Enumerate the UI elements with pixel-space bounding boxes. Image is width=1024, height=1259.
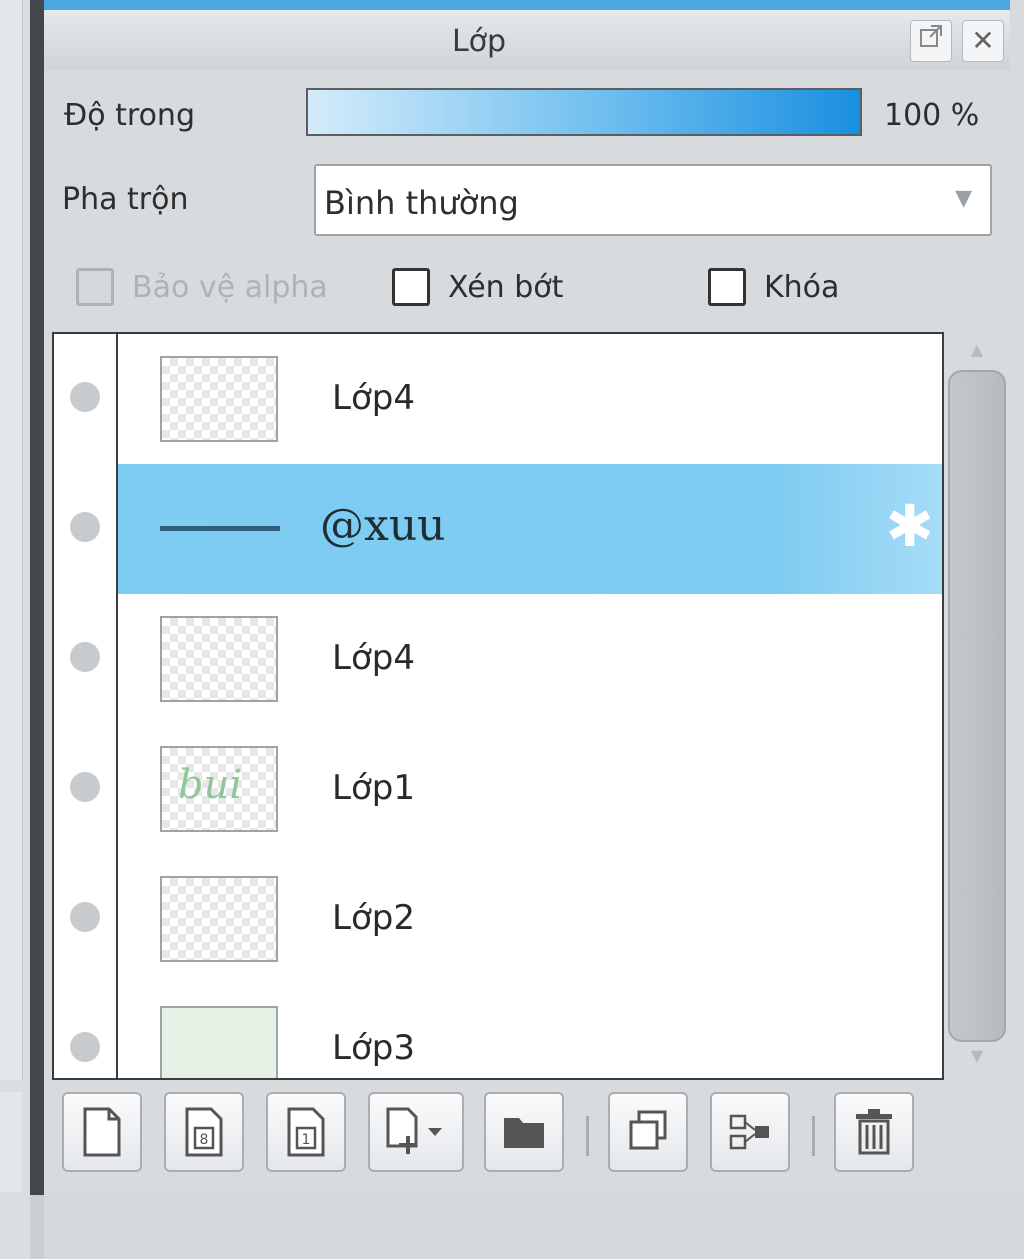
delete-layer-icon xyxy=(856,1109,892,1155)
eye-dot-icon xyxy=(70,1032,100,1062)
new-8bit-layer-button[interactable]: 8 xyxy=(164,1092,244,1172)
add-layer-dropdown-button[interactable] xyxy=(368,1092,464,1172)
left-edge xyxy=(0,0,30,1259)
panel-divider[interactable] xyxy=(30,0,44,1195)
toolbar-separator xyxy=(586,1116,589,1156)
layer-name: Lớp3 xyxy=(332,1028,415,1068)
close-icon[interactable]: ✕ xyxy=(962,20,1004,62)
visibility-toggle[interactable] xyxy=(54,334,118,464)
panel-accent-bar xyxy=(44,0,1010,10)
blend-mode-value: Bình thường xyxy=(324,184,519,222)
protect-alpha-checkbox[interactable] xyxy=(76,268,114,306)
merge-layers-button[interactable] xyxy=(710,1092,790,1172)
duplicate-layer-button[interactable] xyxy=(608,1092,688,1172)
doodle-art: bui xyxy=(178,762,243,808)
layer-row-selected[interactable]: @xuu ✱ xyxy=(54,464,942,597)
eye-dot-icon xyxy=(70,902,100,932)
layer-name: Lớp1 xyxy=(332,768,415,808)
eye-dot-icon xyxy=(70,382,100,412)
panel-footer xyxy=(44,1195,1024,1259)
visibility-toggle[interactable] xyxy=(54,724,118,854)
delete-layer-button[interactable] xyxy=(834,1092,914,1172)
panel-titlebar: Lớp ✕ xyxy=(44,10,1010,70)
toolbar-separator xyxy=(812,1116,815,1156)
layer-thumbnail xyxy=(160,616,278,702)
duplicate-layer-icon xyxy=(629,1110,667,1150)
layer-thumbnail: bui xyxy=(160,746,278,832)
layer-row[interactable]: Lớp4 xyxy=(54,594,942,727)
layer-list-scrollbar[interactable]: ▲ ▼ xyxy=(948,340,1006,1070)
clipping-label: Xén bớt xyxy=(448,270,564,305)
visibility-toggle[interactable] xyxy=(54,594,118,724)
opacity-value: 100 % xyxy=(884,98,980,133)
eye-dot-icon xyxy=(70,772,100,802)
layer-thumbnail xyxy=(160,876,278,962)
add-layer-dropdown-icon xyxy=(386,1107,442,1154)
opacity-label: Độ trong xyxy=(64,98,195,133)
new-1bit-layer-icon: 1 xyxy=(287,1107,325,1157)
clipping-checkbox[interactable] xyxy=(392,268,430,306)
layer-row[interactable]: Lớp3 xyxy=(54,984,942,1078)
merge-layers-icon xyxy=(729,1114,769,1150)
left-scroll-area xyxy=(0,0,23,1080)
blend-mode-select[interactable]: Bình thường ▼ xyxy=(314,164,992,236)
layer-row[interactable]: Lớp2 xyxy=(54,854,942,987)
layer-name: Lớp4 xyxy=(332,378,415,418)
visibility-toggle[interactable] xyxy=(54,464,118,594)
layer-name: @xuu xyxy=(320,500,446,551)
layer-thumbnail xyxy=(160,1006,278,1078)
gear-icon[interactable]: ✱ xyxy=(885,496,934,556)
layer-thumbnail xyxy=(160,356,278,442)
svg-text:1: 1 xyxy=(302,1132,311,1148)
scroll-up-icon[interactable]: ▲ xyxy=(966,340,988,359)
panel-title: Lớp xyxy=(451,24,507,59)
chevron-down-icon: ▼ xyxy=(955,186,972,211)
svg-text:8: 8 xyxy=(200,1132,209,1148)
new-1bit-layer-button[interactable]: 1 xyxy=(266,1092,346,1172)
eye-dot-icon xyxy=(70,642,100,672)
visibility-toggle[interactable] xyxy=(54,854,118,984)
eye-dot-icon xyxy=(70,512,100,542)
layer-list: Lớp4 @xuu ✱ Lớp4 bui Lớp1 Lớp2 Lớp3 xyxy=(52,332,944,1080)
layer-row[interactable]: bui Lớp1 xyxy=(54,724,942,857)
layer-panel: Lớp ✕ Độ trong 100 % Pha trộn Bình thườn… xyxy=(44,0,1024,1259)
text-layer-thumbnail xyxy=(160,526,280,531)
new-folder-icon xyxy=(504,1118,544,1148)
new-layer-icon xyxy=(83,1107,121,1157)
new-folder-button[interactable] xyxy=(484,1092,564,1172)
detach-icon[interactable] xyxy=(910,20,952,62)
layer-name: Lớp4 xyxy=(332,638,415,678)
left-scroll-area-lower xyxy=(0,1092,22,1192)
blend-label: Pha trộn xyxy=(62,182,189,217)
layer-row[interactable]: Lớp4 xyxy=(54,334,942,467)
new-8bit-layer-icon: 8 xyxy=(185,1107,223,1157)
visibility-toggle[interactable] xyxy=(54,984,118,1078)
lock-label: Khóa xyxy=(764,270,840,305)
scroll-down-icon[interactable]: ▼ xyxy=(966,1046,988,1065)
layer-name: Lớp2 xyxy=(332,898,415,938)
lock-checkbox[interactable] xyxy=(708,268,746,306)
protect-alpha-label: Bảo vệ alpha xyxy=(132,270,328,305)
opacity-slider[interactable] xyxy=(306,88,862,136)
new-layer-button[interactable] xyxy=(62,1092,142,1172)
scrollbar-thumb[interactable] xyxy=(948,370,1006,1042)
layer-toolbar: 8 1 xyxy=(52,1080,1010,1190)
